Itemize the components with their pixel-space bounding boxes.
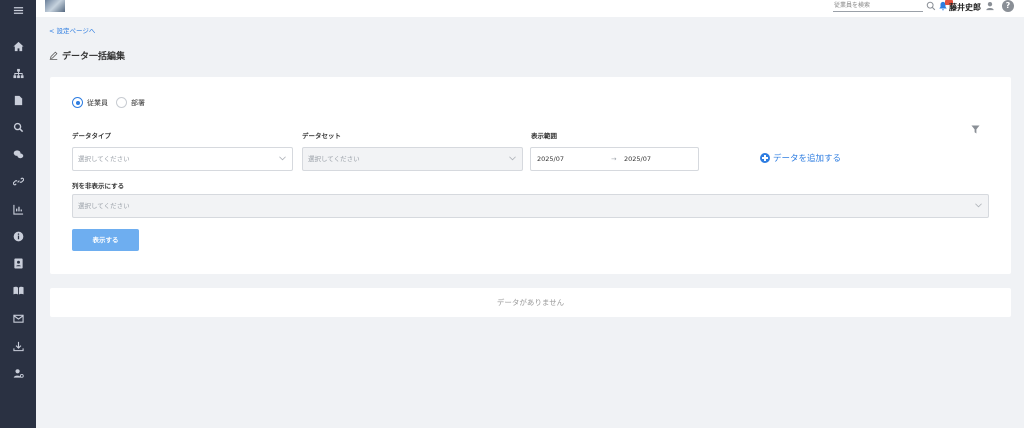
employee-search-input[interactable]: 従業員を検索: [833, 1, 923, 12]
hide-columns-placeholder: 選択してください: [78, 202, 130, 210]
org-chart-icon[interactable]: [0, 63, 36, 83]
help-icon[interactable]: ?: [1002, 0, 1014, 12]
chart-icon[interactable]: [0, 199, 36, 219]
add-data-label: データを追加する: [773, 154, 842, 164]
search-icon[interactable]: [926, 1, 936, 11]
display-range-picker[interactable]: 2025/07 → 2025/07: [530, 147, 699, 171]
hide-columns-label: 列を非表示にする: [72, 182, 125, 190]
plus-circle-icon: [760, 153, 770, 163]
page-title-text: データ一括編集: [62, 52, 126, 62]
back-to-settings-link[interactable]: < 設定ページへ: [49, 25, 95, 35]
search-icon[interactable]: [0, 117, 36, 137]
target-radio-group: 従業員 部署: [72, 97, 153, 108]
data-set-select[interactable]: 選択してください: [302, 147, 523, 171]
info-icon[interactable]: [0, 226, 36, 246]
user-name[interactable]: 藤井史郎: [949, 2, 981, 13]
download-icon[interactable]: [0, 336, 36, 356]
link-icon[interactable]: [0, 171, 36, 191]
edit-icon: [49, 51, 58, 60]
filter-icon[interactable]: [971, 125, 980, 134]
contacts-icon[interactable]: [0, 253, 36, 273]
data-type-select[interactable]: 選択してください: [72, 147, 293, 171]
radio-employee-label[interactable]: 従業員: [87, 98, 108, 108]
bulk-edit-form-card: 従業員 部署 データタイプ 選択してください データセット 選択してください 表…: [50, 77, 1011, 274]
range-arrow: →: [611, 155, 617, 163]
add-data-button[interactable]: データを追加する: [760, 152, 841, 164]
radio-department[interactable]: [116, 97, 127, 108]
document-icon[interactable]: [0, 90, 36, 110]
radio-employee[interactable]: [72, 97, 83, 108]
data-set-placeholder: 選択してください: [308, 155, 360, 163]
radio-department-label[interactable]: 部署: [131, 98, 145, 108]
mail-icon[interactable]: [0, 308, 36, 328]
hide-columns-select[interactable]: 選択してください: [72, 194, 989, 218]
user-settings-icon[interactable]: [0, 363, 36, 383]
sidebar: [0, 0, 36, 428]
range-start-date[interactable]: 2025/07: [537, 148, 564, 170]
empty-results-message: データがありません: [50, 288, 1011, 317]
company-logo[interactable]: [45, 0, 65, 12]
chat-icon[interactable]: [0, 144, 36, 164]
range-end-date[interactable]: 2025/07: [624, 148, 651, 170]
show-button[interactable]: 表示する: [72, 229, 139, 251]
data-set-label: データセット: [302, 132, 341, 140]
chevron-down-icon: [509, 156, 516, 161]
chevron-down-icon: [279, 156, 286, 161]
user-icon[interactable]: [985, 1, 995, 11]
home-icon[interactable]: [0, 36, 36, 56]
top-bar: 従業員を検索 藤井史郎 ?: [36, 0, 1024, 17]
chevron-down-icon: [975, 203, 982, 208]
display-range-label: 表示範囲: [531, 132, 557, 140]
data-type-placeholder: 選択してください: [78, 155, 130, 163]
book-icon[interactable]: [0, 280, 36, 300]
data-type-label: データタイプ: [72, 132, 111, 140]
page-title: データ一括編集: [49, 49, 125, 62]
menu-icon[interactable]: [0, 0, 36, 20]
